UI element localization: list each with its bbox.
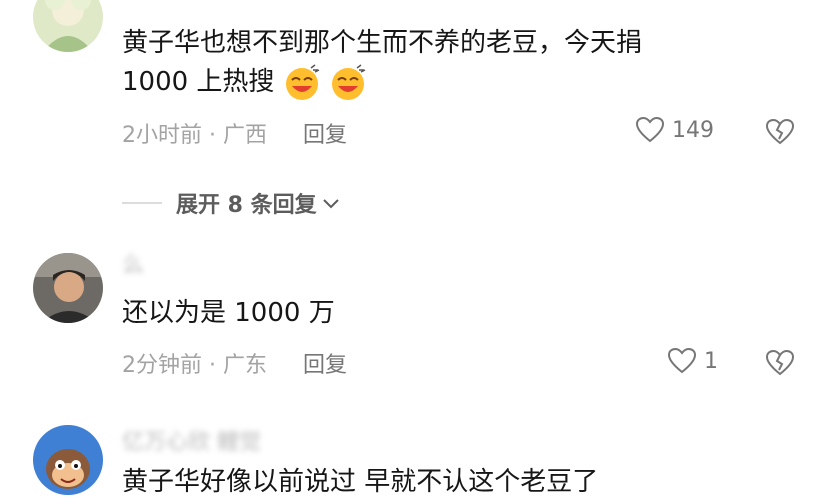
comment-meta: 2小时前 · 广西 回复 (122, 117, 347, 149)
comment-text-second: 1000 上热搜 (122, 60, 367, 104)
username[interactable]: 亿万心欣 鲤觉 (122, 424, 261, 456)
laughing-tears-emoji-icon (283, 63, 321, 102)
comment-text-line-1: 黄子华也想不到那个生而不养的老豆，今天捐 (122, 28, 643, 58)
broken-heart-icon (765, 118, 795, 145)
chevron-down-icon (322, 199, 339, 209)
reply-button[interactable]: 回复 (303, 347, 347, 379)
heart-outline-icon (668, 348, 696, 374)
divider-line (122, 202, 162, 204)
expand-replies-button[interactable]: 展开 8 条回复 (122, 187, 341, 219)
avatar[interactable] (33, 0, 103, 52)
reply-button[interactable]: 回复 (303, 117, 347, 149)
comment-text-line-2: 1000 上热搜 (122, 67, 275, 97)
timestamp-location: 2分钟前 · 广东 (122, 353, 267, 378)
like-count: 1 (704, 348, 718, 374)
like-count: 149 (672, 117, 714, 143)
like-button[interactable]: 1 (668, 348, 718, 374)
dislike-button[interactable] (765, 118, 795, 149)
username[interactable]: 么 (122, 247, 144, 279)
comment-text: 还以为是 1000 万 (122, 298, 335, 328)
timestamp-location: 2小时前 · 广西 (122, 123, 267, 148)
comment-meta: 2分钟前 · 广东 回复 (122, 347, 347, 379)
heart-outline-icon (636, 117, 664, 143)
expand-replies-label: 展开 8 条回复 (176, 193, 317, 218)
comment-text: 黄子华好像以前说过 早就不认这个老豆了 (122, 467, 599, 497)
like-button[interactable]: 149 (636, 117, 714, 143)
dislike-button[interactable] (765, 349, 795, 380)
comment-text: 黄子华也想不到那个生而不养的老豆，今天捐 (122, 21, 642, 65)
avatar[interactable] (33, 253, 103, 323)
broken-heart-icon (765, 349, 795, 376)
laughing-tears-emoji-icon (329, 63, 367, 102)
avatar[interactable] (33, 425, 103, 495)
